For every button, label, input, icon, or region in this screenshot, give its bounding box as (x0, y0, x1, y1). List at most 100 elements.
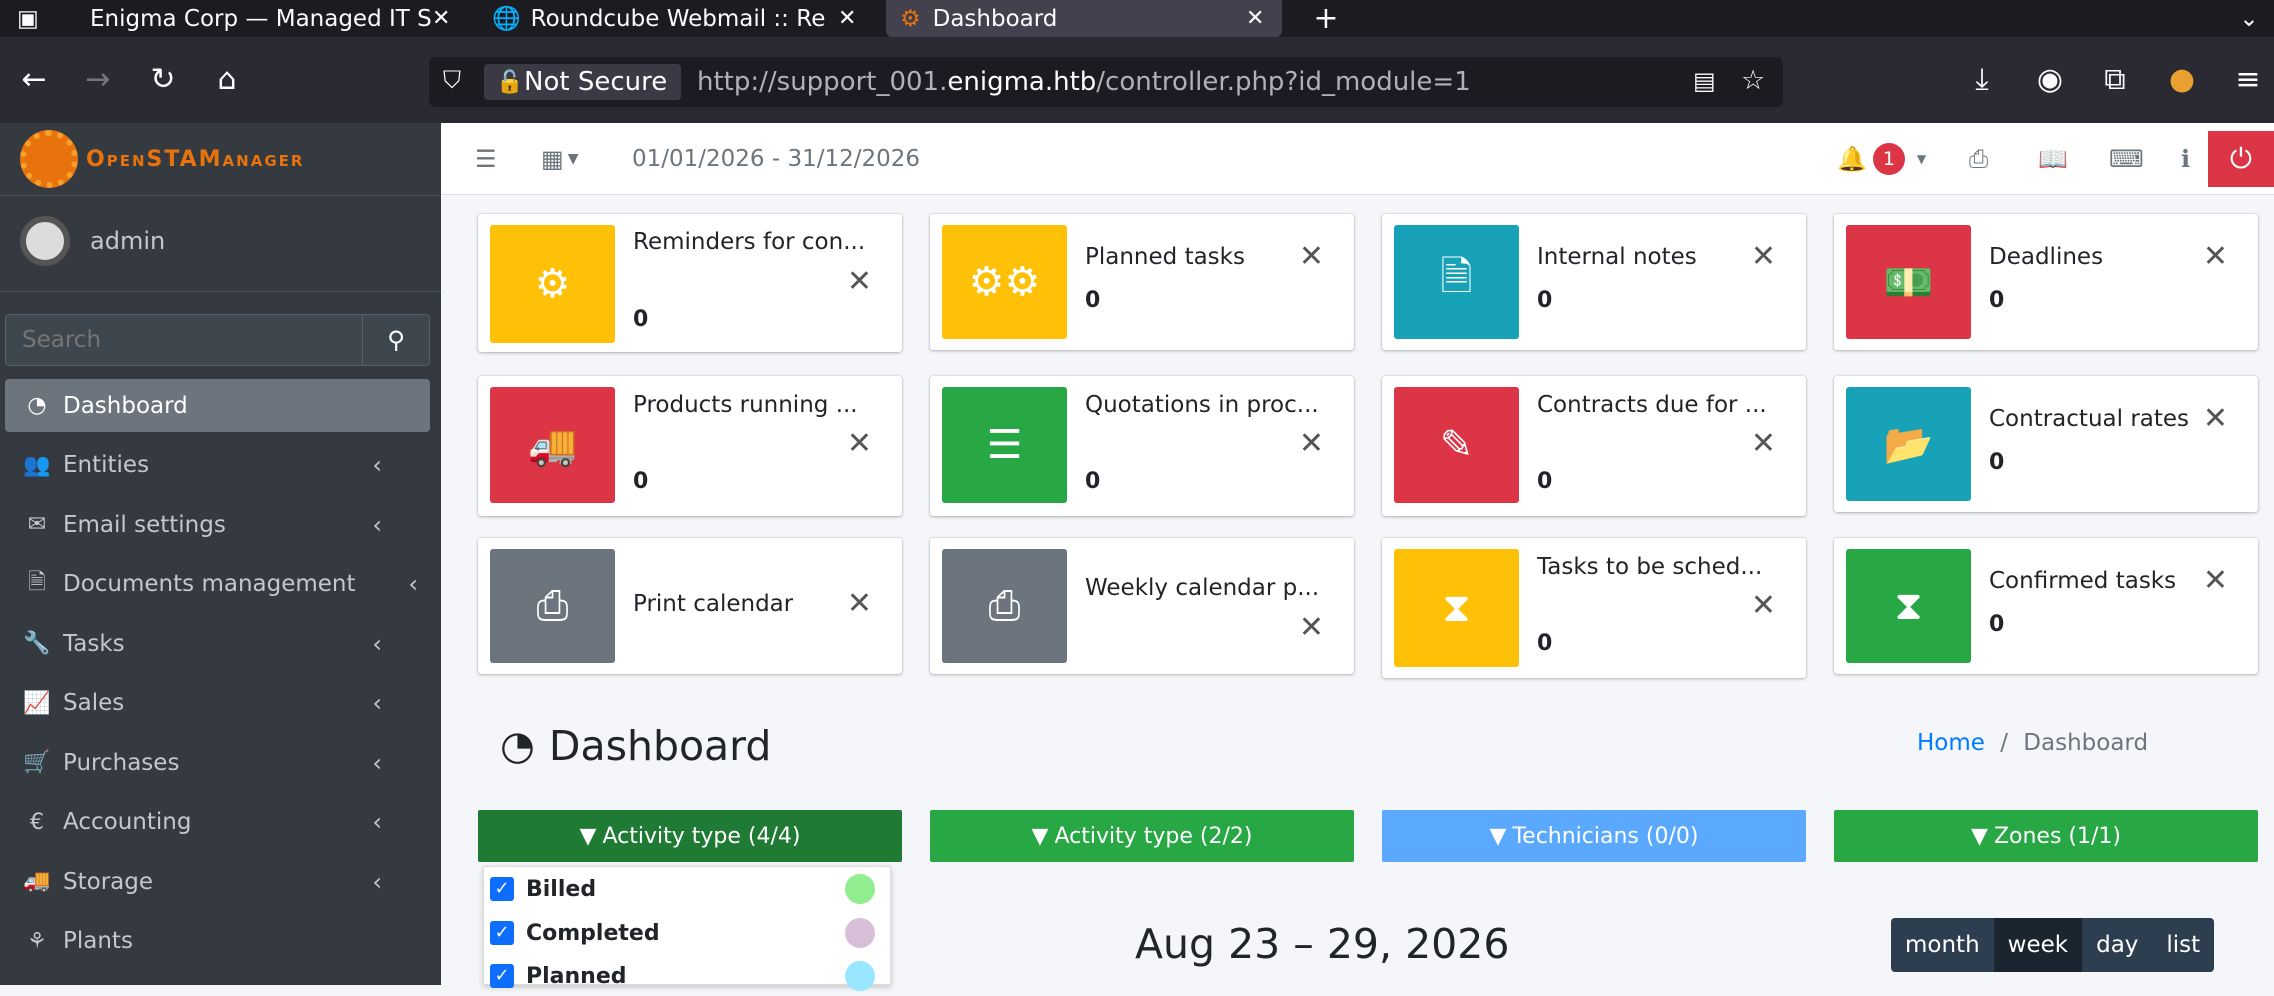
widget-contracts-due[interactable]: ✎ Contracts due for ... ✕ 0 (1382, 376, 1806, 516)
close-icon[interactable]: ✕ (847, 426, 872, 461)
view-day-button[interactable]: day (2082, 918, 2153, 972)
close-icon[interactable]: ✕ (2203, 239, 2228, 274)
view-week-button[interactable]: week (1993, 918, 2083, 972)
close-icon[interactable]: ✕ (1299, 426, 1324, 461)
reader-view-icon[interactable]: ▤ (1693, 67, 1716, 95)
extensions-icon[interactable]: ⧉ (2095, 61, 2135, 99)
menu-icon[interactable]: ≡ (2228, 61, 2268, 99)
widget-reminders[interactable]: ⚙ Reminders for con... ✕ 0 (478, 214, 902, 352)
close-icon[interactable]: ✕ (432, 6, 450, 31)
widget-print-calendar[interactable]: ⎙ Print calendar ✕ (478, 538, 902, 674)
address-bar[interactable]: ⛉ 🔓 Not Secure http://support_001. enigma… (429, 57, 1783, 107)
info-icon[interactable]: ℹ (2181, 123, 2190, 195)
sidebar-item-accounting[interactable]: € Accounting ‹ (5, 796, 430, 849)
filter-activity-type-1[interactable]: ▼ Activity type (4/4) (478, 810, 902, 862)
filter-technicians[interactable]: ▼ Technicians (0/0) (1382, 810, 1806, 862)
sidebar-item-tasks[interactable]: 🔧 Tasks ‹ (5, 617, 430, 670)
close-icon[interactable]: ✕ (1751, 588, 1776, 623)
sidebar-menu: ◔ Dashboard 👥 Entities ‹ ✉ Email settings ‹ 🗎… (5, 379, 430, 974)
user-name: admin (90, 227, 166, 255)
print-icon[interactable]: ⎙ (1969, 123, 1988, 195)
sidebar-item-storage[interactable]: 🚚 Storage ‹ (5, 855, 430, 908)
option-completed[interactable]: ✓ Completed (490, 913, 885, 953)
checkbox[interactable]: ✓ (490, 877, 514, 901)
color-dot (845, 874, 875, 904)
view-month-button[interactable]: month (1891, 918, 1994, 972)
widget-weekly-calendar[interactable]: ⎙ Weekly calendar p... ✕ (930, 538, 1354, 674)
bookmark-star-icon[interactable]: ☆ (1741, 65, 1765, 96)
date-range[interactable]: 01/01/2026 - 31/12/2026 (632, 123, 920, 195)
option-billed[interactable]: ✓ Billed (490, 869, 885, 909)
sidebar-item-label: Tasks (63, 630, 125, 657)
keyboard-icon[interactable]: ⌨ (2109, 123, 2144, 195)
close-icon[interactable]: ✕ (847, 264, 872, 299)
sidebar-item-email-settings[interactable]: ✉ Email settings ‹ (5, 498, 430, 551)
close-icon[interactable]: ✕ (2203, 563, 2228, 598)
view-list-button[interactable]: list (2152, 918, 2215, 972)
sidebar-item-plants[interactable]: ⚘ Plants (5, 915, 430, 968)
checkbox[interactable]: ✓ (490, 921, 514, 945)
sidebar-item-purchases[interactable]: 🛒 Purchases ‹ (5, 736, 430, 789)
browser-tab-roundcube[interactable]: 🌐 Roundcube Webmail :: Re ✕ (482, 0, 862, 37)
widget-deadlines[interactable]: 💵 Deadlines ✕ 0 (1834, 214, 2258, 350)
extension-fox-icon[interactable]: ● (2162, 61, 2202, 99)
wrench-icon: 🔧 (23, 631, 51, 656)
url-suffix: /controller.php?id_module=1 (1096, 67, 1471, 97)
breadcrumb-home[interactable]: Home (1917, 730, 1985, 756)
app-logo[interactable]: OpenSTAManager (20, 123, 304, 195)
document-icon: 🗎 (28, 570, 46, 595)
notifications-button[interactable]: 🔔 1 ▼ (1837, 123, 1926, 195)
widget-internal-notes[interactable]: 🗎 Internal notes ✕ 0 (1382, 214, 1806, 350)
widget-contractual-rates[interactable]: 📂 Contractual rates ✕ 0 (1834, 376, 2258, 512)
option-planned[interactable]: ✓ Planned (490, 956, 885, 996)
security-indicator[interactable]: 🔓 Not Secure (484, 64, 682, 100)
filter-activity-type-2[interactable]: ▼ Activity type (2/2) (930, 810, 1354, 862)
close-icon[interactable]: ✕ (1299, 610, 1324, 645)
sidebar: OpenSTAManager admin ⚲ ◔ Dashboard 👥 Entit… (0, 123, 441, 985)
user-panel[interactable]: admin (20, 216, 165, 266)
close-icon[interactable]: ✕ (1751, 426, 1776, 461)
close-icon[interactable]: ✕ (2203, 401, 2228, 436)
close-icon[interactable]: ✕ (1246, 6, 1264, 31)
sidebar-item-documents[interactable]: 🗎 Documents management ‹ (5, 558, 430, 611)
filter-zones[interactable]: ▼ Zones (1/1) (1834, 810, 2258, 862)
widget-products-running[interactable]: 🚚 Products running ... ✕ 0 (478, 376, 902, 516)
gear-icon: ⚙ (490, 225, 615, 343)
close-icon[interactable]: ✕ (838, 6, 856, 31)
logout-button[interactable]: ⏻ (2208, 131, 2274, 187)
widget-confirmed-tasks[interactable]: ⧗ Confirmed tasks ✕ 0 (1834, 538, 2258, 674)
sidebar-item-entities[interactable]: 👥 Entities ‹ (5, 439, 430, 492)
tab-overview-icon[interactable]: ▣ (8, 0, 48, 37)
book-icon[interactable]: 📖 (2038, 123, 2068, 195)
url-text[interactable]: http://support_001. enigma.htb/controller… (697, 57, 1471, 107)
osm-favicon-icon: ⚙ (900, 5, 921, 32)
filter-icon: ▼ (1971, 823, 1988, 849)
browser-tab-enigma[interactable]: Enigma Corp — Managed IT S ✕ (60, 0, 460, 37)
widget-title: Weekly calendar p... (1085, 575, 1320, 601)
back-icon[interactable]: ← (14, 61, 54, 99)
checkbox[interactable]: ✓ (490, 964, 514, 988)
widget-planned-tasks[interactable]: ⚙⚙ Planned tasks ✕ 0 (930, 214, 1354, 350)
widget-value: 0 (1537, 288, 1553, 313)
search-button[interactable]: ⚲ (362, 315, 429, 365)
calendar-dropdown[interactable]: ▦ ▼ (541, 123, 578, 195)
reload-icon[interactable]: ↻ (143, 61, 183, 99)
close-icon[interactable]: ✕ (847, 586, 872, 621)
chevron-down-icon[interactable]: ⌄ (2234, 0, 2264, 37)
close-icon[interactable]: ✕ (1751, 239, 1776, 274)
hamburger-icon[interactable]: ☰ (475, 123, 497, 195)
home-icon[interactable]: ⌂ (207, 61, 247, 99)
account-icon[interactable]: ◉ (2030, 61, 2070, 99)
forward-icon[interactable]: → (78, 61, 118, 99)
widget-tasks-to-schedule[interactable]: ⧗ Tasks to be sched... ✕ 0 (1382, 538, 1806, 678)
close-icon[interactable]: ✕ (1299, 239, 1324, 274)
chevron-left-icon: ‹ (372, 689, 382, 717)
browser-tab-dashboard[interactable]: ⚙ Dashboard ✕ (886, 0, 1282, 37)
file-text-icon: 🗎 (1394, 225, 1519, 339)
search-input[interactable] (6, 315, 362, 365)
sidebar-item-dashboard[interactable]: ◔ Dashboard (5, 379, 430, 432)
download-icon[interactable]: ⤓ (1962, 61, 2002, 99)
new-tab-icon[interactable]: + (1306, 0, 1346, 37)
widget-quotations[interactable]: ☰ Quotations in proc... ✕ 0 (930, 376, 1354, 516)
sidebar-item-sales[interactable]: 📈 Sales ‹ (5, 677, 430, 730)
